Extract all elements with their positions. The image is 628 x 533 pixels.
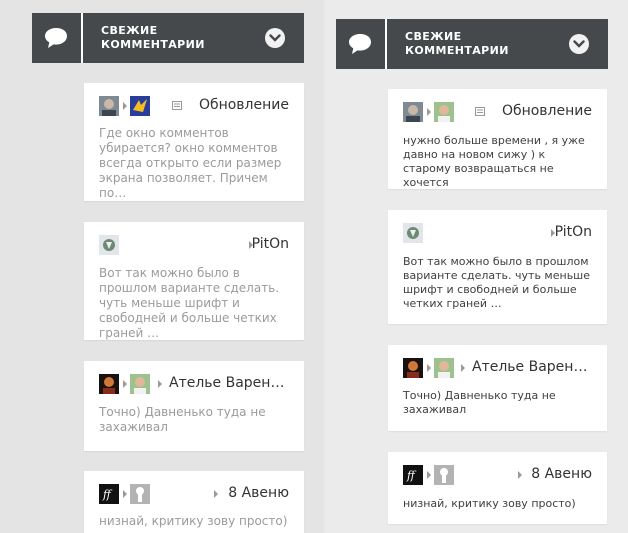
post-title-link[interactable]: 8 Авеню — [228, 485, 289, 501]
comment-meta: PitOn — [99, 235, 289, 257]
user-avatar[interactable] — [130, 96, 150, 116]
comments-header: СВЕЖИЕ КОММЕНТАРИИ — [32, 13, 304, 63]
comment-card[interactable]: ff 8 Авеню низнай, критику зову просто) — [84, 471, 304, 533]
comment-meta: Ателье Варень… — [403, 358, 592, 380]
comment-card[interactable]: Ателье Варень… Точно) Давненько туда не … — [84, 361, 304, 451]
user-avatar[interactable] — [403, 102, 423, 122]
comment-card[interactable]: PitOn Вот так можно было в прошлом вариа… — [84, 222, 304, 340]
post-title-link[interactable]: PitOn — [555, 224, 592, 240]
arrow-right-icon — [214, 490, 218, 498]
comment-card[interactable]: ff 8 Авеню низнай, критику зову просто) — [388, 452, 607, 524]
user-avatar[interactable] — [130, 374, 150, 394]
arrow-right-icon — [461, 364, 465, 372]
user-avatar[interactable] — [99, 235, 119, 255]
comment-meta: Обновление — [403, 102, 592, 124]
user-avatar[interactable] — [403, 223, 423, 243]
comment-card[interactable]: Ателье Варень… Точно) Давненько туда не … — [388, 345, 607, 431]
left-comments-panel: СВЕЖИЕ КОММЕНТАРИИ Обновление Где окно к… — [0, 0, 324, 533]
right-comments-panel: СВЕЖИЕ КОММЕНТАРИИ Обновление нужно боль… — [324, 0, 628, 533]
comment-card[interactable]: PitOn Вот так можно было в прошлом вариа… — [388, 210, 607, 324]
post-icon — [475, 107, 485, 116]
post-title-link[interactable]: 8 Авеню — [531, 466, 592, 482]
speech-bubble-icon — [336, 19, 387, 69]
comment-text: Точно) Давненько туда не захаживал — [403, 389, 556, 416]
arrow-right-icon — [123, 102, 127, 110]
comment-meta: PitOn — [403, 223, 592, 245]
chevron-down-icon[interactable] — [569, 34, 589, 54]
arrow-right-icon — [427, 364, 431, 372]
user-avatar[interactable] — [434, 358, 454, 378]
post-icon — [172, 101, 182, 110]
post-title-link[interactable]: PitOn — [252, 236, 289, 252]
comment-text: Где окно комментов убирается? окно комме… — [99, 126, 282, 200]
post-title-link[interactable]: Обновление — [502, 103, 592, 119]
arrow-right-icon — [158, 380, 162, 388]
user-avatar[interactable] — [130, 484, 150, 504]
arrow-right-icon — [123, 380, 127, 388]
user-avatar[interactable] — [434, 465, 454, 485]
post-title-link[interactable]: Обновление — [199, 97, 289, 113]
comment-meta: ff 8 Авеню — [99, 484, 289, 506]
speech-bubble-icon — [32, 13, 83, 63]
comment-text: Точно) Давненько туда не захаживал — [99, 405, 266, 434]
comment-text: Вот так можно было в прошлом варианте сд… — [403, 255, 591, 310]
header-title: СВЕЖИЕ КОММЕНТАРИИ — [101, 24, 205, 51]
comment-card[interactable]: Обновление нужно больше времени , я уже … — [388, 89, 607, 189]
comment-meta: Обновление — [99, 96, 289, 118]
arrow-right-icon — [427, 108, 431, 116]
header-title: СВЕЖИЕ КОММЕНТАРИИ — [405, 30, 509, 57]
user-avatar[interactable] — [403, 358, 423, 378]
comment-text: низнай, критику зову просто) — [403, 497, 576, 510]
chevron-down-icon[interactable] — [265, 28, 285, 48]
user-avatar[interactable] — [99, 96, 119, 116]
comment-meta: Ателье Варень… — [99, 374, 289, 396]
user-avatar[interactable] — [99, 374, 119, 394]
arrow-right-icon — [427, 471, 431, 479]
arrow-right-icon — [518, 471, 522, 479]
comment-text: низнай, критику зову просто) — [99, 514, 288, 528]
user-avatar[interactable] — [434, 102, 454, 122]
comment-card[interactable]: Обновление Где окно комментов убирается?… — [84, 83, 304, 201]
user-avatar[interactable]: ff — [403, 465, 423, 485]
comment-text: нужно больше времени , я уже давно на но… — [403, 134, 585, 189]
comment-text: Вот так можно было в прошлом варианте сд… — [99, 266, 280, 340]
user-avatar[interactable]: ff — [99, 484, 119, 504]
arrow-right-icon — [123, 490, 127, 498]
post-title-link[interactable]: Ателье Варень… — [472, 359, 592, 375]
comment-meta: ff 8 Авеню — [403, 465, 592, 487]
post-title-link[interactable]: Ателье Варень… — [169, 375, 289, 391]
comments-header: СВЕЖИЕ КОММЕНТАРИИ — [336, 19, 608, 69]
